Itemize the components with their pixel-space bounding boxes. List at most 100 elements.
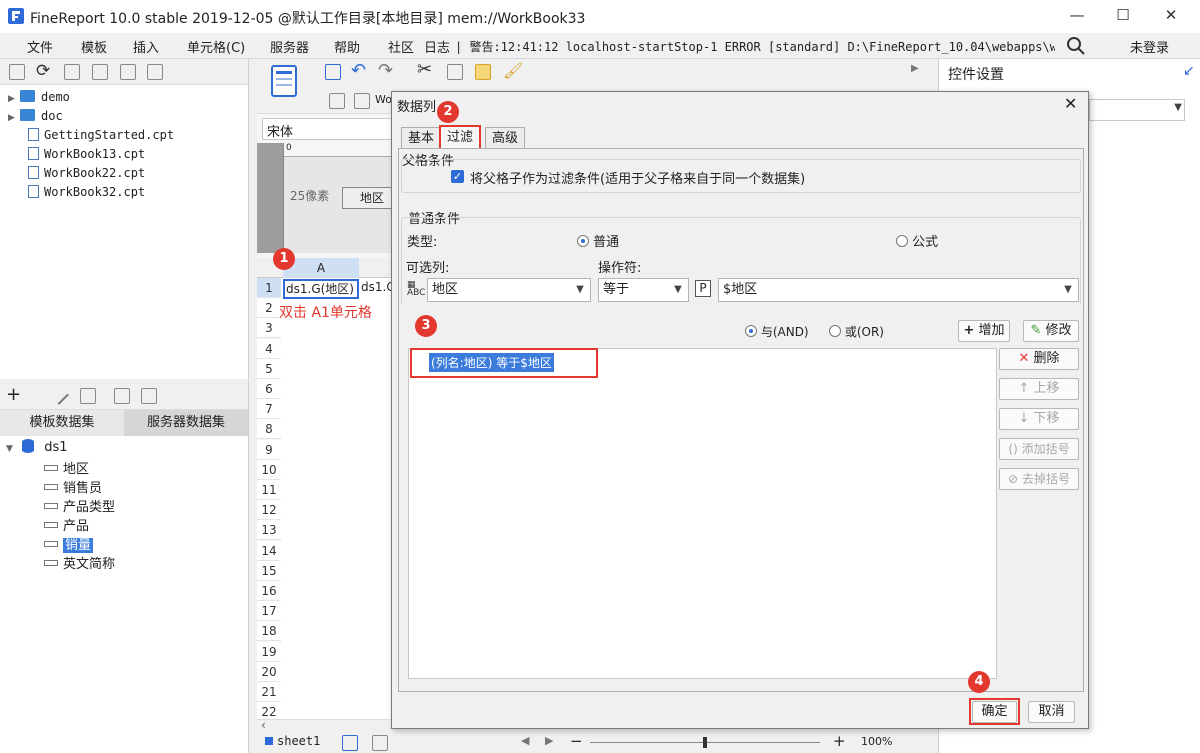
add-dataset-icon[interactable]: +	[6, 384, 21, 405]
row-header[interactable]: 10	[257, 460, 281, 480]
row-header[interactable]: 17	[257, 601, 281, 621]
row-header[interactable]: 7	[257, 399, 281, 419]
template-icon[interactable]	[271, 65, 297, 97]
tab-template-datasets[interactable]: 模板数据集	[0, 410, 124, 436]
save-icon[interactable]	[325, 64, 341, 80]
row-header[interactable]: 6	[257, 379, 281, 399]
redo-icon[interactable]: ↷	[378, 60, 393, 81]
tab-advanced[interactable]: 高级	[485, 127, 526, 149]
row-header[interactable]: 5	[257, 359, 281, 379]
row-header[interactable]: 8	[257, 419, 281, 439]
row-header[interactable]: 11	[257, 480, 281, 500]
add-bracket-button[interactable]: () 添加括号	[999, 438, 1079, 460]
condition-item[interactable]: (列名:地区) 等于$地区	[429, 353, 554, 372]
field-item[interactable]: 产品类型	[44, 496, 115, 515]
menu-template[interactable]: 模板	[81, 37, 107, 56]
tab-server-datasets[interactable]: 服务器数据集	[124, 410, 248, 436]
undo-icon[interactable]: ↶	[351, 60, 366, 81]
row-header[interactable]: 14	[257, 541, 281, 561]
row-header[interactable]: 2	[257, 298, 281, 318]
zoom-slider[interactable]	[590, 737, 820, 748]
menu-cell[interactable]: 单元格(C)	[187, 37, 245, 56]
delete-condition-button[interactable]: ✕ 删除	[999, 348, 1079, 370]
operator-select[interactable]: 等于 ▼	[598, 278, 689, 302]
row-header[interactable]: 18	[257, 621, 281, 641]
expand-icon[interactable]: ▶	[8, 113, 20, 123]
close-window-button[interactable]: ✕	[1148, 0, 1194, 33]
menu-log[interactable]: 日志	[424, 37, 450, 56]
type-normal-radio[interactable]: 普通	[577, 231, 619, 250]
dataset-settings-icon[interactable]	[141, 388, 157, 404]
add-report-icon[interactable]	[372, 735, 388, 751]
tree-file[interactable]: WorkBook22.cpt	[28, 166, 145, 185]
refresh-icon[interactable]: ⟳	[36, 61, 50, 81]
type-formula-radio[interactable]: 公式	[896, 231, 938, 250]
row-header[interactable]: 13	[257, 520, 281, 540]
grid-icon[interactable]	[354, 93, 370, 109]
tree-file[interactable]: WorkBook13.cpt	[28, 147, 145, 166]
copy-icon[interactable]	[147, 64, 163, 80]
cancel-button[interactable]: 取消	[1028, 701, 1075, 723]
scroll-left-icon[interactable]: ‹	[261, 718, 266, 732]
widget-type-select[interactable]: ▼	[1089, 99, 1185, 121]
ok-button[interactable]: 确定	[972, 701, 1017, 723]
edit-icon[interactable]	[49, 385, 69, 405]
delete-icon[interactable]	[80, 388, 96, 404]
row-header[interactable]: 16	[257, 581, 281, 601]
cell-a1[interactable]: ds1.G(地区)	[283, 279, 359, 299]
add-sheet-icon[interactable]	[342, 735, 358, 751]
menu-help[interactable]: 帮助	[334, 37, 360, 56]
delete-icon[interactable]	[120, 64, 136, 80]
panel-expand-icon[interactable]: ▶	[911, 63, 919, 74]
grid-icon[interactable]	[329, 93, 345, 109]
row-header[interactable]: 21	[257, 682, 281, 702]
new-folder-icon[interactable]	[9, 64, 25, 80]
zoom-slider-thumb[interactable]	[703, 737, 707, 748]
row-header[interactable]: 20	[257, 662, 281, 682]
settings-icon[interactable]	[92, 64, 108, 80]
search-icon[interactable]	[1066, 36, 1086, 60]
zoom-out-button[interactable]: −	[570, 732, 583, 750]
copy-icon[interactable]	[447, 64, 463, 80]
paste-icon[interactable]	[475, 64, 491, 80]
collapse-icon[interactable]: ▼	[6, 444, 18, 454]
logic-and-radio[interactable]: 与(AND)	[745, 323, 809, 340]
row-header[interactable]: 1	[257, 278, 281, 298]
maximize-button[interactable]: ☐	[1100, 0, 1146, 33]
value-select[interactable]: $地区 ▼	[718, 278, 1079, 302]
row-header[interactable]: 4	[257, 339, 281, 359]
menu-community[interactable]: 社区	[388, 37, 414, 56]
tree-file[interactable]: WorkBook32.cpt	[28, 185, 145, 204]
menu-insert[interactable]: 插入	[133, 37, 159, 56]
parent-filter-checkbox[interactable]: ✓	[451, 170, 464, 183]
field-item-selected[interactable]: 销量	[44, 534, 94, 553]
modify-condition-button[interactable]: ✎ 修改	[1023, 320, 1079, 342]
login-link[interactable]: 未登录	[1130, 37, 1169, 56]
row-header[interactable]: 9	[257, 440, 281, 460]
tree-folder-doc[interactable]: ▶ doc	[8, 109, 63, 128]
menu-server[interactable]: 服务器	[270, 37, 309, 56]
menu-file[interactable]: 文件	[27, 37, 53, 56]
pin-icon[interactable]: ↙	[1183, 63, 1195, 79]
tab-filter[interactable]: 过滤	[439, 125, 482, 149]
row-header[interactable]: 3	[257, 318, 281, 338]
tab-basic[interactable]: 基本	[401, 127, 442, 149]
zoom-in-button[interactable]: +	[833, 732, 846, 750]
prev-page-icon[interactable]: ◀	[521, 734, 529, 747]
preview-icon[interactable]	[114, 388, 130, 404]
expand-icon[interactable]: ▶	[8, 94, 20, 104]
condition-list[interactable]: (列名:地区) 等于$地区	[408, 348, 997, 679]
dataset-ds1[interactable]: ▼ ds1	[6, 439, 68, 458]
move-down-button[interactable]: ↓ 下移	[999, 408, 1079, 430]
font-select[interactable]: 宋体	[262, 118, 392, 140]
row-header[interactable]: 12	[257, 500, 281, 520]
cell-b1[interactable]: ds1.G	[361, 280, 392, 298]
cut-icon[interactable]: ✂	[417, 59, 432, 80]
sheet-tab[interactable]: sheet1	[265, 734, 320, 748]
remove-bracket-button[interactable]: ⊘ 去掉括号	[999, 468, 1079, 490]
minimize-button[interactable]: —	[1054, 0, 1100, 33]
format-brush-icon[interactable]: 🖌	[503, 61, 523, 80]
logic-or-radio[interactable]: 或(OR)	[829, 323, 884, 340]
row-header[interactable]: 19	[257, 642, 281, 662]
column-select[interactable]: 地区 ▼	[427, 278, 591, 302]
